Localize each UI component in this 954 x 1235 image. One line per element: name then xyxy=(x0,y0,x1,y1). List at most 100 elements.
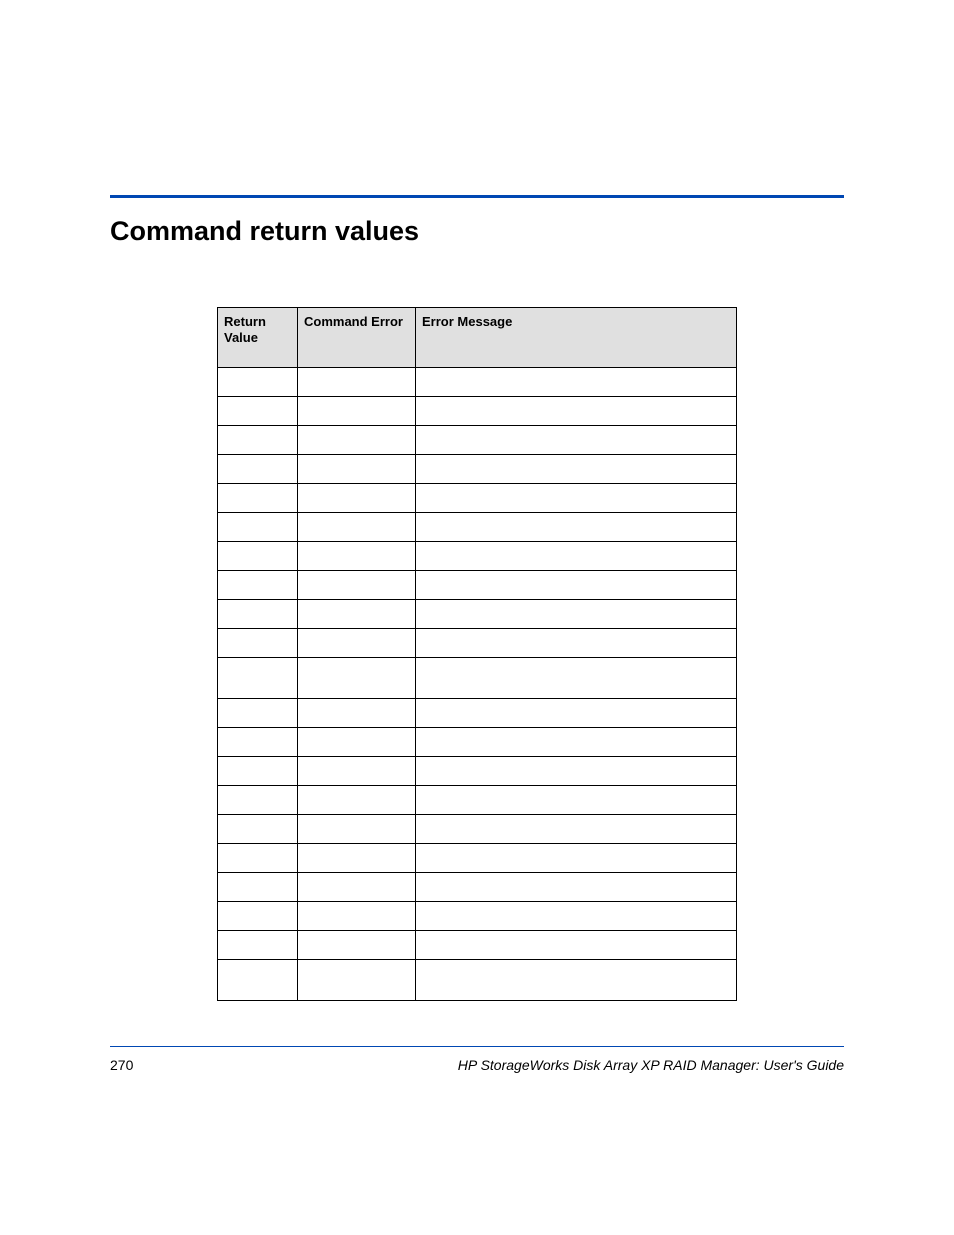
cell-command-error xyxy=(298,425,416,454)
table-row xyxy=(218,396,737,425)
cell-return-value xyxy=(218,959,298,1000)
document-page: Command return values Return Value Comma… xyxy=(0,0,954,1235)
cell-error-message xyxy=(416,814,737,843)
table-row xyxy=(218,785,737,814)
cell-command-error xyxy=(298,727,416,756)
col-header-text: Value xyxy=(224,330,258,345)
cell-error-message xyxy=(416,959,737,1000)
cell-return-value xyxy=(218,930,298,959)
cell-command-error xyxy=(298,843,416,872)
cell-error-message xyxy=(416,872,737,901)
cell-command-error xyxy=(298,901,416,930)
table-row xyxy=(218,454,737,483)
table-row xyxy=(218,425,737,454)
table-row xyxy=(218,512,737,541)
table-row xyxy=(218,756,737,785)
table-row xyxy=(218,628,737,657)
cell-return-value xyxy=(218,628,298,657)
col-header-command-error: Command Error xyxy=(298,308,416,368)
cell-return-value xyxy=(218,570,298,599)
cell-error-message xyxy=(416,599,737,628)
table-row xyxy=(218,930,737,959)
cell-return-value xyxy=(218,599,298,628)
col-header-error-message: Error Message xyxy=(416,308,737,368)
cell-return-value xyxy=(218,454,298,483)
cell-command-error xyxy=(298,396,416,425)
table-head: Return Value Command Error Error Message xyxy=(218,308,737,368)
cell-command-error xyxy=(298,657,416,698)
table-body xyxy=(218,367,737,1000)
table-row xyxy=(218,698,737,727)
table-row xyxy=(218,959,737,1000)
cell-error-message xyxy=(416,698,737,727)
cell-return-value xyxy=(218,425,298,454)
table-row xyxy=(218,541,737,570)
cell-error-message xyxy=(416,930,737,959)
cell-return-value xyxy=(218,541,298,570)
table-row xyxy=(218,814,737,843)
cell-error-message xyxy=(416,396,737,425)
cell-return-value xyxy=(218,698,298,727)
cell-return-value xyxy=(218,727,298,756)
cell-command-error xyxy=(298,367,416,396)
col-header-text: Return xyxy=(224,314,266,329)
cell-command-error xyxy=(298,959,416,1000)
table-row xyxy=(218,367,737,396)
table-row xyxy=(218,843,737,872)
section-title: Command return values xyxy=(110,216,844,247)
page-footer: 270 HP StorageWorks Disk Array XP RAID M… xyxy=(110,1057,844,1073)
table-header-row: Return Value Command Error Error Message xyxy=(218,308,737,368)
table-row xyxy=(218,901,737,930)
cell-command-error xyxy=(298,570,416,599)
cell-error-message xyxy=(416,628,737,657)
table-row xyxy=(218,570,737,599)
cell-command-error xyxy=(298,454,416,483)
cell-command-error xyxy=(298,483,416,512)
page-number: 270 xyxy=(110,1057,133,1073)
footer-rule xyxy=(110,1046,844,1047)
cell-return-value xyxy=(218,367,298,396)
section-top-rule xyxy=(110,195,844,198)
cell-command-error xyxy=(298,930,416,959)
cell-error-message xyxy=(416,843,737,872)
cell-return-value xyxy=(218,483,298,512)
cell-command-error xyxy=(298,512,416,541)
cell-return-value xyxy=(218,872,298,901)
cell-return-value xyxy=(218,843,298,872)
cell-return-value xyxy=(218,901,298,930)
cell-return-value xyxy=(218,396,298,425)
cell-error-message xyxy=(416,454,737,483)
table-container: Return Value Command Error Error Message xyxy=(110,307,844,1001)
table-row xyxy=(218,657,737,698)
cell-error-message xyxy=(416,512,737,541)
cell-error-message xyxy=(416,425,737,454)
cell-command-error xyxy=(298,698,416,727)
cell-error-message xyxy=(416,657,737,698)
cell-return-value xyxy=(218,814,298,843)
col-header-return-value: Return Value xyxy=(218,308,298,368)
cell-return-value xyxy=(218,756,298,785)
cell-error-message xyxy=(416,570,737,599)
cell-return-value xyxy=(218,512,298,541)
table-row xyxy=(218,483,737,512)
cell-error-message xyxy=(416,367,737,396)
command-return-values-table: Return Value Command Error Error Message xyxy=(217,307,737,1001)
table-row xyxy=(218,599,737,628)
cell-command-error xyxy=(298,599,416,628)
cell-error-message xyxy=(416,756,737,785)
cell-error-message xyxy=(416,727,737,756)
cell-command-error xyxy=(298,541,416,570)
cell-command-error xyxy=(298,756,416,785)
cell-command-error xyxy=(298,628,416,657)
cell-return-value xyxy=(218,785,298,814)
cell-command-error xyxy=(298,785,416,814)
document-title: HP StorageWorks Disk Array XP RAID Manag… xyxy=(458,1057,844,1073)
table-row xyxy=(218,872,737,901)
cell-error-message xyxy=(416,785,737,814)
cell-command-error xyxy=(298,872,416,901)
table-row xyxy=(218,727,737,756)
cell-error-message xyxy=(416,541,737,570)
cell-error-message xyxy=(416,483,737,512)
cell-command-error xyxy=(298,814,416,843)
cell-return-value xyxy=(218,657,298,698)
